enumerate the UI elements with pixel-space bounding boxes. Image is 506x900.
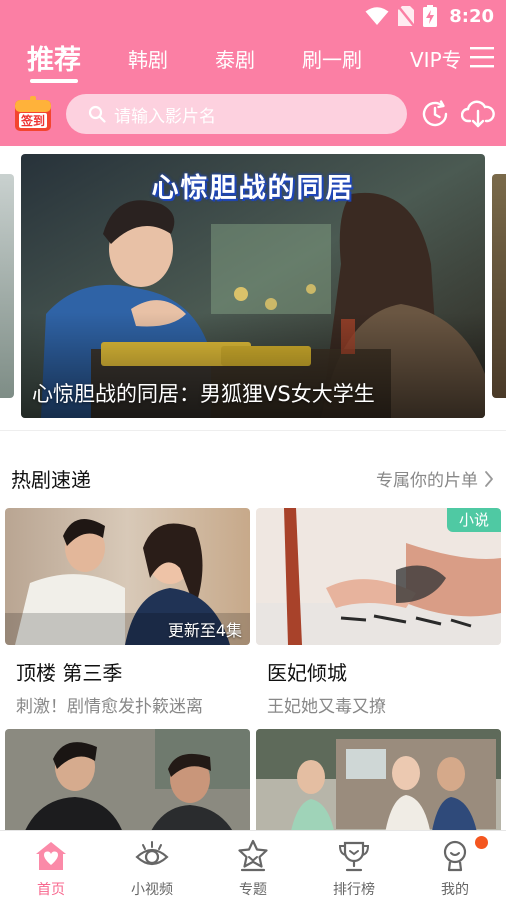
nav-label: 首页: [37, 882, 65, 898]
chevron-right-icon: [485, 470, 493, 487]
app-header: 8:20 推荐 韩剧 泰剧 刷一刷 VIP专 签到 请输入影片名: [0, 0, 506, 146]
card-thumbnail: 更新至4集: [5, 508, 250, 645]
section-title: 热剧速递: [11, 468, 91, 492]
notification-dot: [475, 836, 488, 849]
eye-icon: [135, 841, 169, 866]
section-divider: [0, 430, 506, 431]
nav-label: 我的: [441, 882, 469, 898]
banner-slide[interactable]: 心惊胆战的同居 心惊胆战的同居：男狐狸VS女大学生: [21, 154, 485, 418]
tab-vip[interactable]: VIP专: [410, 44, 460, 73]
nav-label: 小视频: [131, 882, 173, 898]
category-tabs: 推荐 韩剧 泰剧 刷一刷 VIP专: [0, 38, 506, 84]
tab-active-indicator: [30, 79, 78, 83]
section-more-label: 专属你的片单: [376, 471, 478, 491]
search-placeholder: 请输入影片名: [114, 106, 216, 127]
signin-label: 签到: [20, 114, 45, 128]
carousel-next-peek: [492, 174, 506, 398]
banner-carousel[interactable]: 心惊胆战的同居 心惊胆战的同居：男狐狸VS女大学生: [0, 146, 506, 430]
tab-swipe[interactable]: 刷一刷: [302, 44, 362, 73]
card-title: 医妃倾城: [267, 661, 347, 685]
tab-recommend[interactable]: 推荐: [27, 38, 81, 77]
episode-status: 更新至4集: [167, 621, 242, 640]
nav-label: 专题: [239, 882, 267, 898]
nav-profile[interactable]: 我的: [405, 831, 505, 900]
banner-overlay-title: 心惊胆战的同居: [151, 173, 355, 204]
nav-ranking[interactable]: 排行榜: [304, 831, 404, 900]
drama-card[interactable]: 小说 医妃倾城 王妃她又毒又撩: [256, 508, 501, 717]
signin-button[interactable]: 签到: [14, 96, 52, 132]
wifi-icon: [365, 7, 389, 25]
nav-topics[interactable]: 专题: [203, 831, 303, 900]
carousel-prev-peek: [0, 174, 14, 398]
search-icon: [88, 105, 106, 123]
home-icon: [36, 842, 66, 870]
trophy-icon: [338, 841, 370, 872]
battery-icon: [423, 5, 438, 27]
history-icon[interactable]: [420, 99, 450, 129]
banner-caption: 心惊胆战的同居：男狐狸VS女大学生: [32, 382, 375, 406]
status-bar: 8:20: [0, 0, 506, 34]
section-more-link[interactable]: 专属你的片单: [376, 466, 494, 491]
nav-home[interactable]: 首页: [1, 831, 101, 900]
card-title: 顶楼 第三季: [16, 661, 123, 685]
cloud-download-icon[interactable]: [461, 99, 495, 129]
card-thumbnail: 小说: [256, 508, 501, 645]
star-icon: [238, 839, 268, 872]
card-subtitle: 刺激！剧情愈发扑簌迷离: [16, 697, 203, 717]
bottom-navigation: 首页 小视频 专题 排行榜 我的: [0, 830, 506, 900]
search-bar[interactable]: 请输入影片名: [66, 94, 407, 134]
menu-icon[interactable]: [470, 46, 494, 68]
no-sim-icon: [397, 5, 416, 27]
nav-label: 排行榜: [333, 882, 375, 898]
novel-badge: 小说: [447, 508, 501, 532]
status-time: 8:20: [449, 5, 494, 27]
status-icons: 8:20: [365, 5, 494, 27]
tab-korean-drama[interactable]: 韩剧: [128, 44, 168, 73]
drama-card[interactable]: 更新至4集 顶楼 第三季 刺激！剧情愈发扑簌迷离: [5, 508, 250, 717]
profile-icon: [443, 840, 467, 872]
nav-short-video[interactable]: 小视频: [102, 831, 202, 900]
card-subtitle: 王妃她又毒又撩: [267, 697, 386, 717]
tab-thai-drama[interactable]: 泰剧: [215, 44, 255, 73]
